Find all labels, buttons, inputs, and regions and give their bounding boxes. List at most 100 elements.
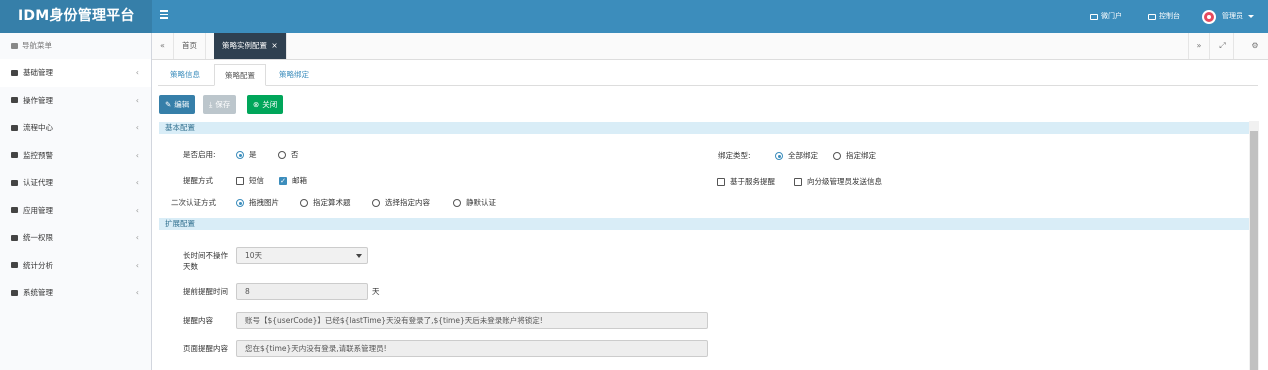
sidebar-item-apps[interactable]: 应用管理 ‹ [0, 197, 151, 225]
console-label: 控制台 [1159, 12, 1180, 20]
close-circle-icon: ⊗ [253, 100, 260, 109]
chevron-left-icon: ‹ [135, 68, 139, 77]
menu-toggle-icon[interactable] [160, 10, 168, 19]
app-logo[interactable]: IDM身份管理平台 [0, 0, 152, 33]
chevron-left-icon: ‹ [135, 205, 139, 215]
content-scrollbar[interactable] [1249, 121, 1259, 370]
chevron-left-icon: ‹ [135, 178, 139, 187]
enabled-yes-radio[interactable] [236, 151, 244, 159]
tabs-forward-icon[interactable]: » [1188, 33, 1210, 59]
basic-config-header: 基本配置 [159, 122, 1249, 134]
page-tabs-bar: « 首页 策略实例配置 × » ⤢ ⚙ [152, 33, 1268, 60]
remind-email-label: 邮箱 [292, 176, 307, 185]
sidebar-item-permission[interactable]: 统一权限 ‹ [0, 224, 151, 252]
portal-link[interactable]: 微门户 [1090, 0, 1122, 33]
chevron-left-icon: ‹ [135, 95, 139, 105]
tab-policy-config[interactable]: 策略实例配置 × [214, 33, 287, 59]
enabled-no-radio[interactable] [278, 151, 286, 159]
chevron-left-icon: ‹ [135, 288, 139, 297]
bind-type-label: 绑定类型: [718, 151, 751, 160]
sidebar-item-basic[interactable]: 基础管理 ‹ [0, 59, 151, 87]
extended-config-header: 扩展配置 [159, 218, 1249, 230]
user-menu[interactable]: 管理员 [1202, 0, 1254, 33]
scrollbar-thumb[interactable] [1250, 131, 1258, 370]
remind-content-input[interactable]: 账号【${userCode}】已经${lastTime}天没有登录了,${tim… [236, 312, 708, 329]
page-remind-label: 页面提醒内容 [183, 344, 228, 353]
auth-silent-radio[interactable] [453, 199, 461, 207]
sidebar-item-workflow[interactable]: 流程中心 ‹ [0, 114, 151, 142]
remind-sms-label: 短信 [249, 176, 264, 185]
tab-policy-info[interactable]: 策略信息 [160, 64, 210, 86]
remind-admin-label: 向分级管理员发送信息 [807, 177, 882, 186]
policy-subtabs: 策略信息 策略配置 策略绑定 [158, 64, 1258, 86]
table-icon [11, 207, 18, 214]
eye-icon [11, 152, 18, 159]
chevron-down-icon [356, 254, 362, 258]
auth-math-radio[interactable] [300, 199, 308, 207]
id-card-icon [11, 69, 18, 76]
advance-remind-unit: 天 [372, 287, 380, 296]
sidebar-item-system[interactable]: 系统管理 ‹ [0, 279, 151, 307]
tab-policy-bind[interactable]: 策略绑定 [269, 64, 319, 86]
auth-drag-radio[interactable] [236, 199, 244, 207]
sidebar-item-auth[interactable]: 认证代理 ‹ [0, 169, 151, 197]
avatar [1202, 9, 1216, 24]
chevron-left-icon: ‹ [135, 233, 139, 242]
remind-admin-checkbox[interactable] [794, 178, 802, 186]
bind-all-label: 全部绑定 [788, 151, 818, 160]
nav-title: 导航菜单 [0, 33, 151, 59]
auth-drag-label: 拖拽图片 [249, 198, 279, 207]
edit-button[interactable]: ✎ 编辑 [159, 95, 196, 114]
users-icon [11, 179, 18, 186]
tab-home[interactable]: 首页 [174, 33, 206, 59]
sidebar-item-operation[interactable]: 操作管理 ‹ [0, 87, 151, 115]
enabled-yes-label: 是 [249, 150, 257, 159]
top-header: IDM身份管理平台 微门户 控制台 管理员 [0, 0, 1268, 33]
close-button[interactable]: ⊗ 关闭 [247, 95, 284, 114]
enabled-no-label: 否 [291, 150, 299, 159]
sidebar: 导航菜单 基础管理 ‹ 操作管理 ‹ 流程中心 ‹ 监控预警 ‹ 认证代理 ‹ 应用管理 ‹… [0, 33, 152, 370]
bind-specified-label: 指定绑定 [846, 151, 876, 160]
page-remind-input[interactable]: 您在${time}天内没有登录,请联系管理员! [236, 340, 708, 357]
remind-service-checkbox[interactable] [717, 178, 725, 186]
remind-label: 提醒方式 [183, 176, 213, 185]
auth-math-label: 指定算术题 [313, 198, 351, 207]
tabs-back-icon[interactable]: « [152, 33, 174, 59]
advance-remind-label: 提前提醒时间 [183, 287, 228, 296]
enabled-label: 是否启用: [183, 150, 216, 159]
sidebar-item-stats[interactable]: 统计分析 ‹ [0, 252, 151, 280]
gear-icon[interactable]: ⚙ [1244, 33, 1266, 59]
caret-down-icon [1248, 15, 1254, 18]
chevron-left-icon: ‹ [135, 150, 139, 160]
advance-remind-input[interactable]: 8 [236, 283, 368, 300]
shuffle-icon [11, 124, 18, 131]
edit-icon: ✎ [165, 100, 172, 109]
auth-silent-label: 静默认证 [466, 198, 496, 207]
auth-method-label: 二次认证方式 [171, 198, 216, 207]
bind-all-radio[interactable] [775, 152, 783, 160]
sitemap-icon [11, 234, 18, 241]
tab-policy-config-sub[interactable]: 策略配置 [214, 64, 266, 86]
idle-days-select[interactable]: 10天 [236, 247, 368, 264]
auth-content-radio[interactable] [372, 199, 380, 207]
fullscreen-icon[interactable]: ⤢ [1212, 33, 1234, 59]
book-icon [11, 97, 18, 104]
console-link[interactable]: 控制台 [1148, 0, 1180, 33]
idle-days-value: 10天 [245, 251, 263, 260]
remind-content-label: 提醒内容 [183, 316, 213, 325]
auth-content-label: 选择指定内容 [385, 198, 430, 207]
chevron-left-icon: ‹ [135, 123, 139, 132]
sidebar-item-monitor[interactable]: 监控预警 ‹ [0, 142, 151, 170]
area-chart-icon [11, 262, 18, 269]
grid-icon [11, 43, 18, 49]
remind-email-checkbox[interactable]: ✓ [279, 177, 287, 185]
user-name: 管理员 [1222, 12, 1243, 20]
idle-days-label: 长时间不操作 [183, 251, 228, 260]
tab-label: 策略实例配置 [222, 41, 267, 50]
portal-label: 微门户 [1101, 12, 1122, 20]
bind-specified-radio[interactable] [833, 152, 841, 160]
close-icon[interactable]: × [271, 41, 277, 50]
remind-sms-checkbox[interactable] [236, 177, 244, 185]
save-button[interactable]: ⤓ 保存 [203, 95, 237, 114]
save-icon: ⤓ [209, 100, 213, 109]
